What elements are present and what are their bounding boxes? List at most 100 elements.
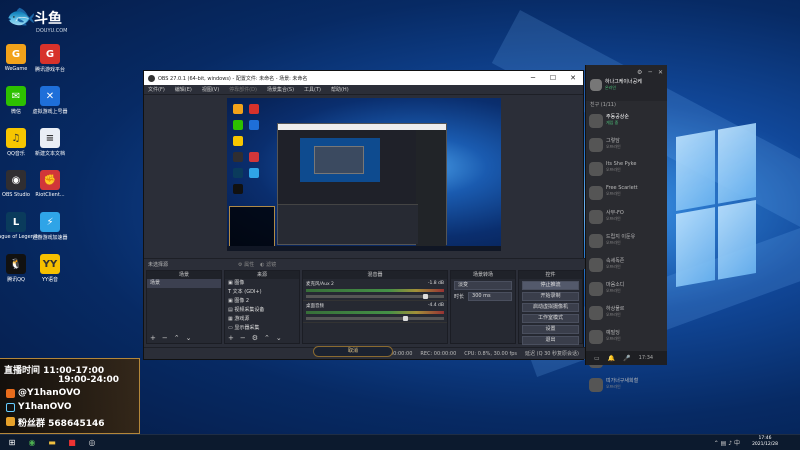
channel-name: 桌面音频 (306, 304, 324, 309)
stop-streaming-button[interactable]: 停止推流 (522, 281, 579, 290)
menu-file[interactable]: 文件(F) (148, 86, 165, 93)
exit-button[interactable]: 退出 (522, 336, 579, 345)
menu-edit[interactable]: 编辑(E) (175, 86, 192, 93)
settings-icon[interactable]: ⚙ (637, 69, 642, 76)
menu-docks[interactable]: 停靠部件(D) (229, 86, 257, 93)
scene-item[interactable]: 场景 (147, 279, 221, 288)
minimize-icon[interactable]: ─ (648, 69, 652, 76)
desktop-shortcut[interactable]: G 腾讯游戏平台 (26, 44, 74, 73)
folder-icon[interactable]: ▬ (44, 437, 60, 449)
minimize-button[interactable]: ─ (523, 74, 543, 82)
desktop-shortcut[interactable]: ✕ 虚拟游戏上号器 (26, 86, 74, 115)
transitions-header: 场景转场 (451, 271, 515, 279)
chrome-icon[interactable]: ◉ (24, 437, 40, 449)
kakaotalk-panel: ⚙ ─ ✕ 하나그케이너공케 온라인 친구 (1/11) 주동공상순 게임 중 그렇… (585, 65, 667, 392)
down-icon[interactable]: ⌄ (276, 334, 282, 342)
fans-group-icon (6, 417, 15, 426)
friend-item[interactable]: Free Scarlett 오프라인 (586, 182, 667, 206)
tray-icons[interactable]: ⌃ ▤ ♪ 中 (714, 438, 740, 447)
friend-item[interactable]: 띠가너구새희철 오프라인 (586, 374, 667, 398)
friend-item[interactable]: Its She Pyke 오프라인 (586, 158, 667, 182)
gear-icon[interactable]: ⚙ (252, 334, 258, 342)
source-item[interactable]: ▣ 图像 2 (225, 297, 299, 306)
obs-titlebar[interactable]: OBS 27.0.1 (64-bit, windows) - 配置文件: 未命名… (144, 71, 583, 85)
menu-view[interactable]: 视图(V) (202, 86, 219, 93)
friend-name: 속세독존 (606, 258, 625, 264)
source-item[interactable]: ▣ 图像 (225, 279, 299, 288)
settings-button[interactable]: 设置 (522, 325, 579, 334)
studio-mode-button[interactable]: 工作室模式 (522, 314, 579, 323)
desktop-shortcut[interactable]: ≡ 新建文本文档 (26, 128, 74, 157)
friend-item[interactable]: 사부-FO 오프라인 (586, 206, 667, 230)
controls-dock: 控件 停止推流 开始录制 启动虚拟摄像机 工作室模式 设置 退出 (518, 270, 583, 345)
friend-item[interactable]: 속세독존 오프라인 (586, 254, 667, 278)
friend-status: 오프라인 (606, 191, 621, 196)
close-button[interactable]: ✕ (563, 74, 583, 82)
menu-help[interactable]: 帮助(H) (331, 86, 349, 93)
down-icon[interactable]: ⌄ (186, 334, 192, 342)
lol-icon: L (6, 212, 26, 232)
friend-item[interactable]: 그렇담 오프라인 (586, 134, 667, 158)
desktop-shortcut[interactable]: ✊ RiotClient... (26, 170, 74, 198)
close-icon[interactable]: ✕ (658, 69, 663, 76)
desktop-shortcut[interactable]: YY YY语音 (26, 254, 74, 283)
add-icon[interactable]: + (150, 334, 156, 342)
slider-knob[interactable] (423, 294, 429, 299)
qq-music-icon: ♫ (6, 128, 26, 148)
accelerator-icon: ⚡ (40, 212, 60, 232)
friend-avatar (589, 162, 603, 176)
system-clock[interactable]: 17:46 2021/12/28 (752, 436, 778, 448)
menu-tools[interactable]: 工具(T) (304, 86, 321, 93)
volume-slider[interactable] (306, 294, 444, 299)
level-meter (306, 289, 444, 292)
slider-knob[interactable] (402, 316, 408, 321)
friend-item[interactable]: 드립지 이둔유 오프라인 (586, 230, 667, 254)
friend-item[interactable]: 예빌딩 오프라인 (586, 326, 667, 350)
duration-input[interactable]: 300 ms (468, 292, 512, 301)
friend-item[interactable]: 마음소디 오프라인 (586, 278, 667, 302)
app-icon[interactable]: ■ (64, 437, 80, 449)
weibo-handle: @Y1hanOVO (18, 388, 81, 398)
start-icon[interactable]: ⊞ (4, 437, 20, 449)
volume-slider[interactable] (306, 316, 444, 321)
virtual-camera-button[interactable]: 启动虚拟摄像机 (522, 303, 579, 312)
source-item[interactable]: T 文本 (GDI+) (225, 288, 299, 297)
friend-item[interactable]: 주동공상순 게임 중 (586, 110, 667, 134)
source-item[interactable]: ▭ 显示器采集 (225, 324, 299, 333)
up-icon[interactable]: ⌃ (264, 334, 270, 342)
up-icon[interactable]: ⌃ (174, 334, 180, 342)
maximize-button[interactable]: ☐ (543, 74, 563, 82)
shortcut-label: 迅游游戏加速器 (32, 235, 68, 241)
chat-icon[interactable]: ▭ (594, 355, 600, 362)
mic-icon[interactable]: 🎤 (623, 355, 630, 362)
filters-button[interactable]: ◐ 滤镜 (260, 261, 276, 268)
remove-icon[interactable]: − (240, 334, 246, 342)
notification-icon[interactable]: 🔔 (608, 355, 615, 362)
shortcut-label: 虚拟游戏上号器 (32, 109, 68, 115)
start-recording-button[interactable]: 开始录制 (522, 292, 579, 301)
obs-preview[interactable] (227, 98, 501, 251)
properties-button[interactable]: ⚙ 属性 (238, 261, 254, 268)
transition-select[interactable]: 淡变 (454, 281, 512, 290)
mini-riot-icon (249, 152, 259, 162)
source-item[interactable]: ▤ 视频采集设备 (225, 306, 299, 315)
desktop-shortcut[interactable]: ⚡ 迅游游戏加速器 (26, 212, 74, 241)
mixer-dock: 混音器 麦克风/Aux 2 -1.8 dB 桌面音频 -4.4 dB (302, 270, 448, 344)
friend-name: 마음소디 (606, 282, 625, 288)
cancel-button[interactable]: 取消 (313, 346, 393, 357)
source-item[interactable]: ▦ 游戏源 (225, 315, 299, 324)
add-icon[interactable]: + (228, 334, 234, 342)
scenes-dock: 场景 场景 + − ⌃ ⌄ (146, 270, 222, 344)
fish-icon: 🐟 (6, 2, 36, 30)
remove-icon[interactable]: − (162, 334, 168, 342)
source-toolbar: 未选择源 ⚙ 属性 ◐ 滤镜 (144, 258, 585, 269)
obs-window[interactable]: OBS 27.0.1 (64-bit, windows) - 配置文件: 未命名… (143, 70, 585, 360)
friend-name: 드립지 이둔유 (606, 234, 636, 240)
obs-taskbar-icon[interactable]: ◎ (84, 437, 100, 449)
shortcut-label: 新建文本文档 (34, 151, 65, 157)
mixer-channel: 桌面音频 -4.4 dB (303, 301, 447, 323)
friend-status: 오프라인 (606, 336, 621, 341)
wechat-icon: ✉ (6, 86, 26, 106)
menu-scene-collection[interactable]: 场景集合(S) (267, 86, 294, 93)
friend-item[interactable]: 하상물르 오프라인 (586, 302, 667, 326)
